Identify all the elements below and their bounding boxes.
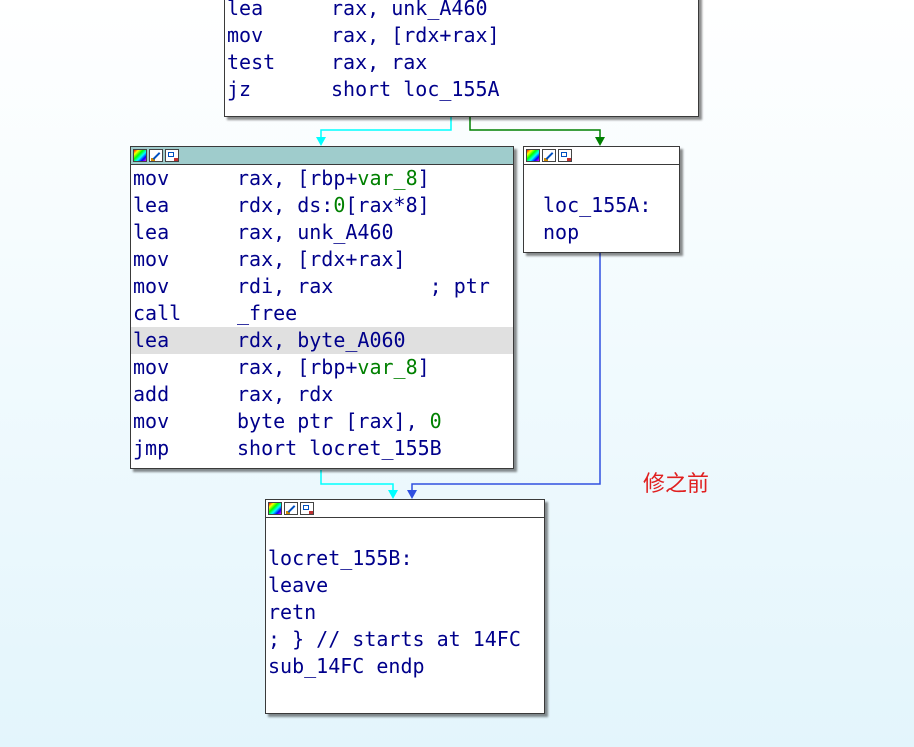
mnemonic: mov bbox=[133, 166, 170, 190]
operands: rax, [rbp+ bbox=[237, 355, 358, 379]
mnemonic: mov bbox=[133, 274, 170, 298]
node-header[interactable] bbox=[524, 147, 679, 165]
annotation-caption: 修之前 bbox=[643, 472, 710, 497]
node-rename-icon[interactable] bbox=[284, 502, 298, 515]
code-line[interactable]: sub_14FC endp bbox=[266, 653, 544, 680]
code-line[interactable]: test rax, rax bbox=[225, 49, 698, 76]
operands: rax, [rbp+ bbox=[237, 166, 358, 190]
mnemonic: lea bbox=[133, 193, 170, 217]
code-line[interactable]: mov rdi, rax ; ptr bbox=[131, 273, 513, 300]
operands-tail: ] bbox=[417, 355, 430, 379]
code-block-loc-155a[interactable]: loc_155A: nop bbox=[523, 146, 680, 253]
label-line[interactable]: locret_155B: bbox=[266, 545, 544, 572]
operands: rax, unk_A460 bbox=[237, 220, 394, 244]
edge-arrowhead bbox=[316, 137, 326, 146]
mnemonic: add bbox=[133, 382, 170, 406]
operands: short locret_155B bbox=[237, 436, 442, 460]
mnemonic: mov bbox=[133, 355, 170, 379]
operands-tail: [rax*8] bbox=[345, 193, 430, 217]
operands: _free bbox=[237, 301, 298, 325]
code-block-top[interactable]: lea rax, unk_A460 mov rax, [rdx+rax] test r… bbox=[224, 0, 699, 117]
operands: rax, [rdx+rax] bbox=[331, 23, 500, 47]
mnemonic: test bbox=[227, 50, 276, 74]
mnemonic: call bbox=[133, 301, 182, 325]
code-line[interactable]: lea rdx, ds:0[rax*8] bbox=[131, 192, 513, 219]
node-rename-icon[interactable] bbox=[542, 149, 556, 162]
operands: rdx, byte_A060 bbox=[237, 328, 406, 352]
code-block-locret-155b[interactable]: locret_155B: leave retn ; } // starts at… bbox=[265, 499, 545, 714]
code-line[interactable]: leave bbox=[266, 572, 544, 599]
node-header[interactable] bbox=[131, 147, 513, 165]
code-line[interactable]: lea rax, unk_A460 bbox=[225, 0, 698, 22]
code-line[interactable]: jmp short locret_155B bbox=[131, 435, 513, 462]
operands-tail: ] bbox=[417, 166, 430, 190]
operands: rdi, rax ; ptr bbox=[237, 274, 490, 298]
mnemonic: mov bbox=[133, 409, 170, 433]
mnemonic: lea bbox=[227, 0, 264, 20]
code-block-fallthrough[interactable]: mov rax, [rbp+var_8] lea rdx, ds:0[rax*8] … bbox=[130, 146, 514, 469]
code-line[interactable]: retn bbox=[266, 599, 544, 626]
operand-highlight: 0 bbox=[429, 409, 442, 433]
code-line[interactable]: add rax, rdx bbox=[131, 381, 513, 408]
operand-highlight: var_8 bbox=[357, 166, 418, 190]
operand-highlight: 0 bbox=[333, 193, 346, 217]
operands: rax, unk_A460 bbox=[331, 0, 488, 20]
operands: rax, [rdx+rax] bbox=[237, 247, 406, 271]
code-line[interactable]: jz short loc_155A bbox=[225, 76, 698, 103]
node-header[interactable] bbox=[266, 500, 544, 518]
mnemonic: jz bbox=[227, 77, 252, 101]
operands: rax, rdx bbox=[237, 382, 334, 406]
node-graph-icon[interactable] bbox=[165, 149, 179, 162]
operand-highlight: var_8 bbox=[357, 355, 418, 379]
code-line-current[interactable]: lea rdx, byte_A060 bbox=[131, 327, 513, 354]
node-color-icon[interactable] bbox=[526, 149, 540, 162]
code-line[interactable]: mov rax, [rbp+var_8] bbox=[131, 354, 513, 381]
mnemonic: jmp bbox=[133, 436, 170, 460]
code-line[interactable]: mov rax, [rdx+rax] bbox=[131, 246, 513, 273]
node-graph-icon[interactable] bbox=[558, 149, 572, 162]
code-line[interactable]: mov byte ptr [rax], 0 bbox=[131, 408, 513, 435]
node-graph-icon[interactable] bbox=[300, 502, 314, 515]
edge-jz-taken bbox=[469, 117, 601, 138]
node-rename-icon[interactable] bbox=[149, 149, 163, 162]
code-line[interactable]: call _free bbox=[131, 300, 513, 327]
node-color-icon[interactable] bbox=[133, 149, 147, 162]
edge-arrowhead bbox=[388, 490, 398, 499]
comment-line[interactable]: ; } // starts at 14FC bbox=[266, 626, 544, 653]
label-line[interactable]: loc_155A: bbox=[541, 192, 679, 219]
code-line[interactable]: lea rax, unk_A460 bbox=[131, 219, 513, 246]
operands: rax, rax bbox=[331, 50, 428, 74]
code-line[interactable]: mov rax, [rdx+rax] bbox=[225, 22, 698, 49]
mnemonic: lea bbox=[133, 328, 170, 352]
operands: rdx, ds: bbox=[237, 193, 334, 217]
mnemonic: lea bbox=[133, 220, 170, 244]
node-color-icon[interactable] bbox=[268, 502, 282, 515]
mnemonic: mov bbox=[133, 247, 170, 271]
code-line[interactable]: mov rax, [rbp+var_8] bbox=[131, 165, 513, 192]
operands: byte ptr [rax], bbox=[237, 409, 430, 433]
mnemonic: mov bbox=[227, 23, 264, 47]
edge-jz-fallthrough bbox=[320, 117, 452, 138]
code-line[interactable]: nop bbox=[541, 219, 679, 246]
operands: short loc_155A bbox=[331, 77, 500, 101]
edge-arrowhead bbox=[407, 490, 417, 499]
edge-arrowhead bbox=[595, 137, 605, 146]
edge-jmp-locret bbox=[320, 470, 394, 491]
